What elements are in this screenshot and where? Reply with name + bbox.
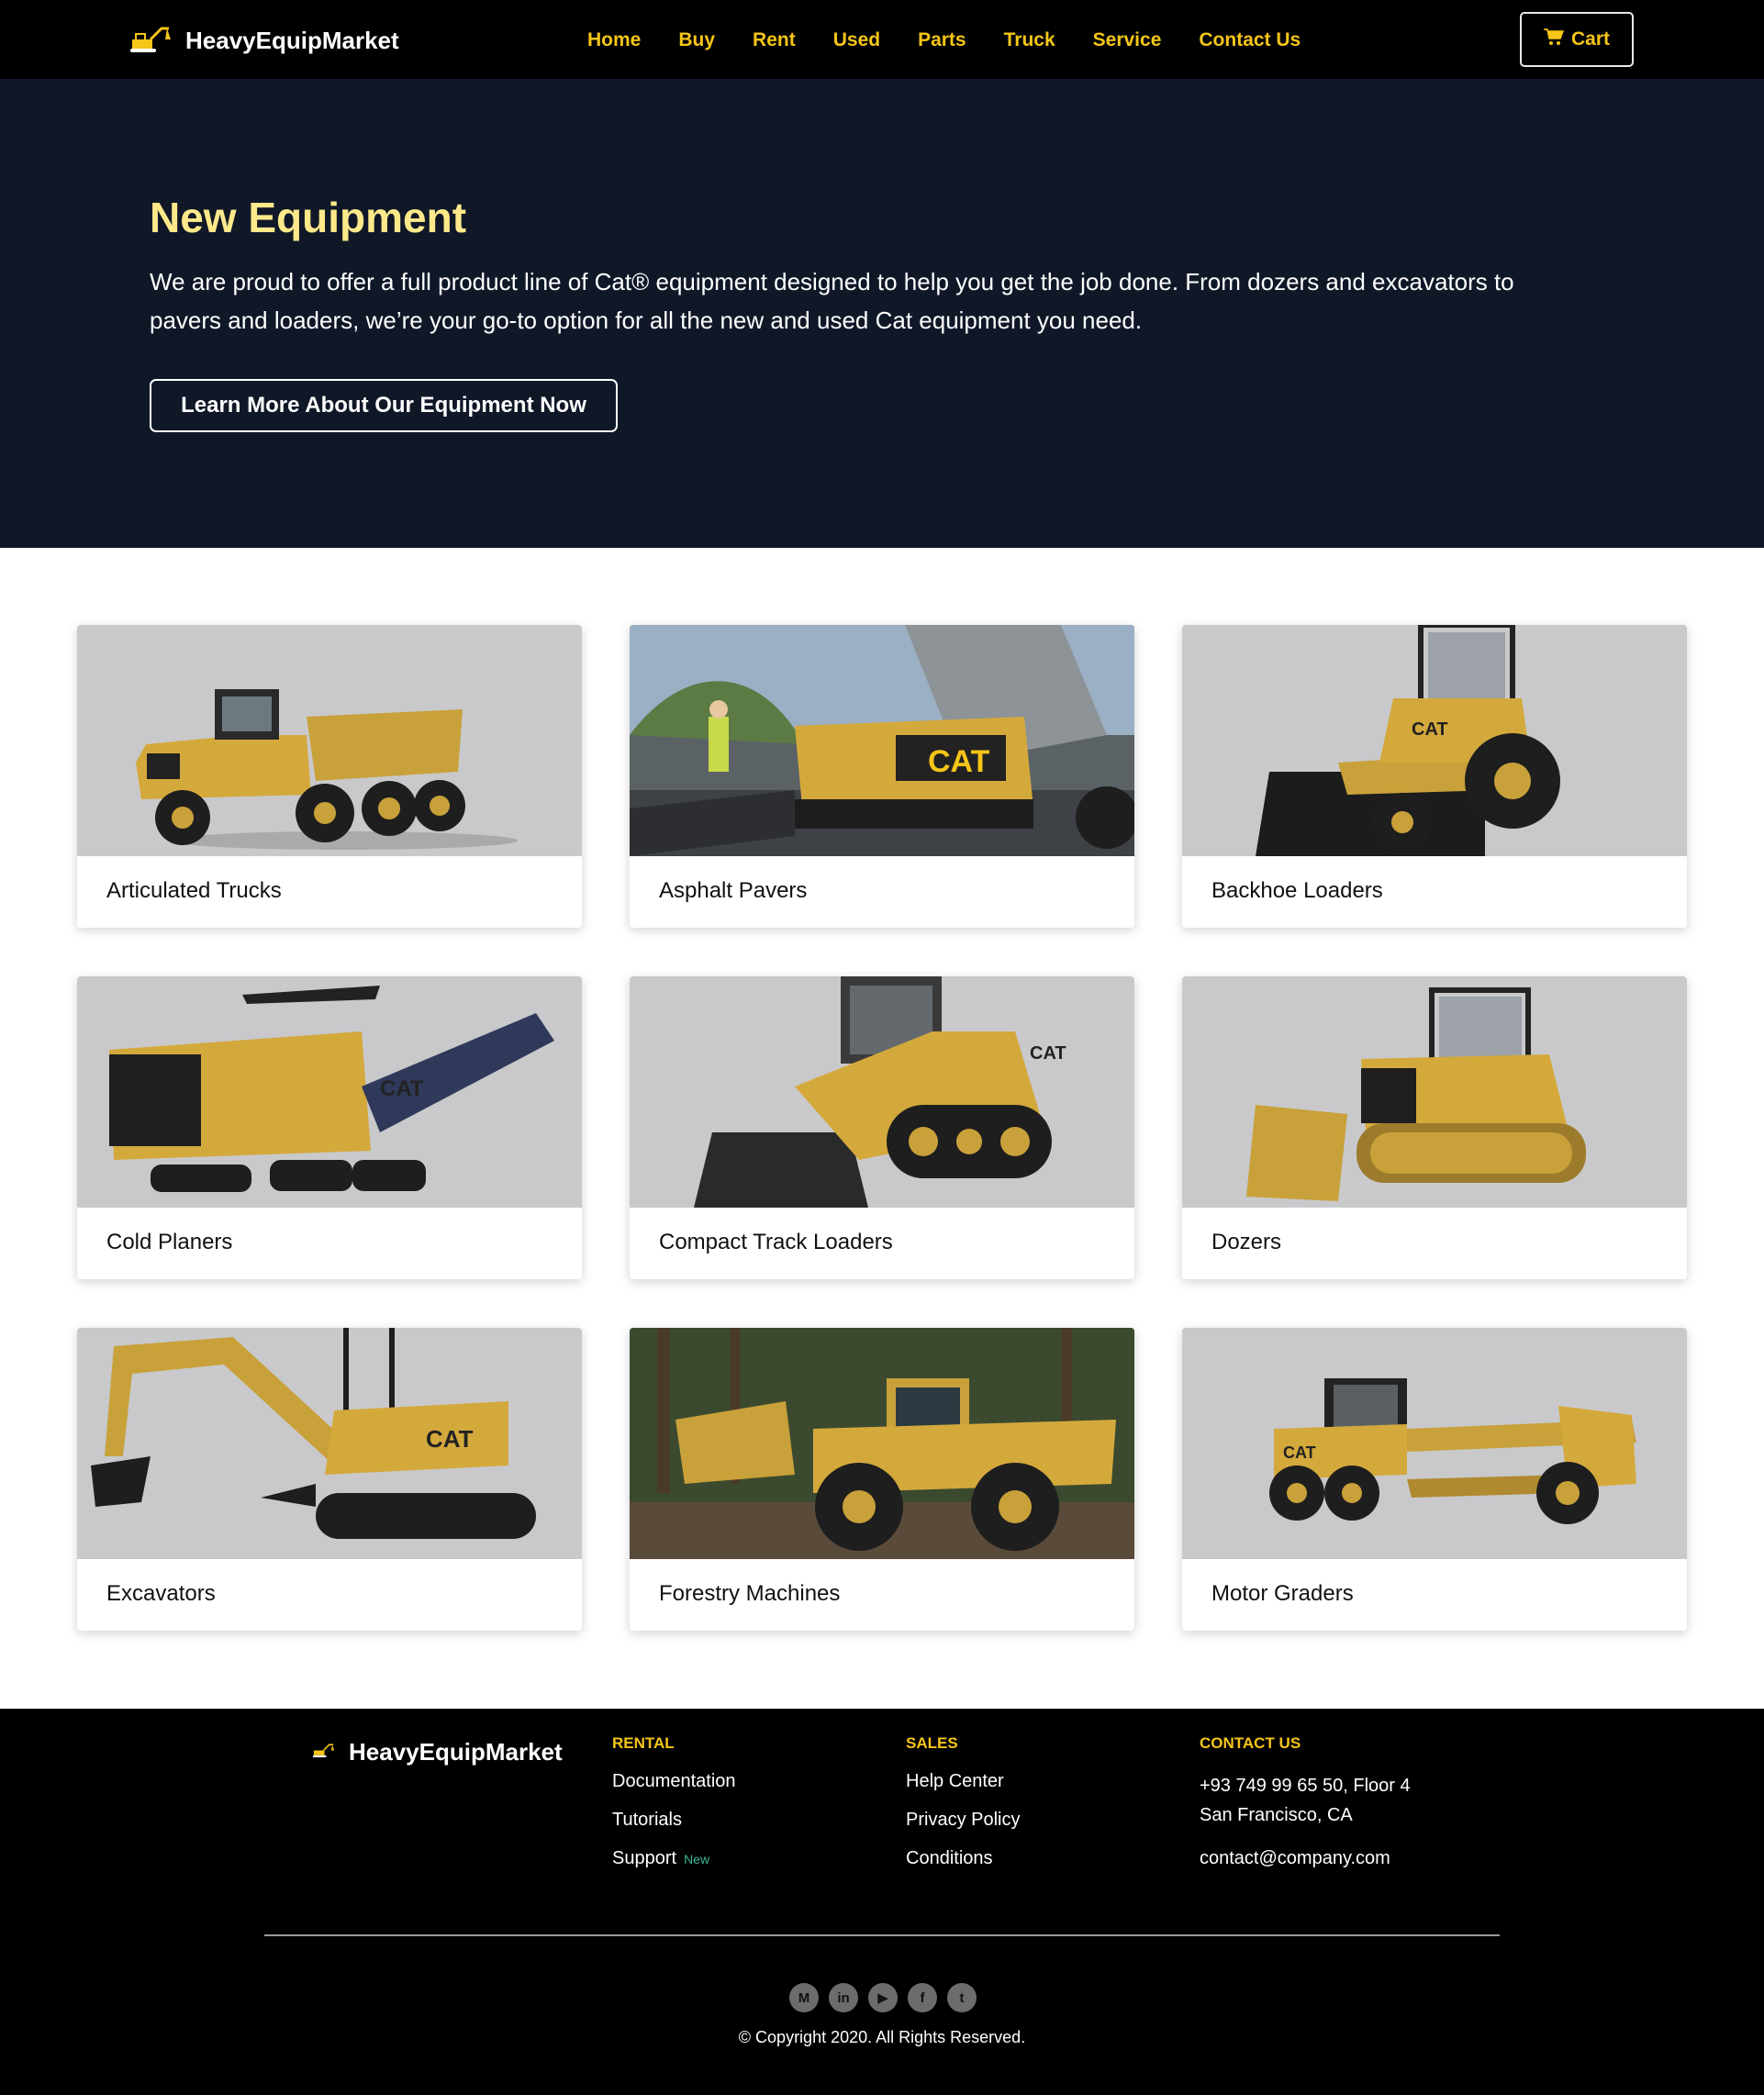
svg-text:CAT: CAT — [1412, 719, 1448, 740]
footer-link-support: Support — [612, 1848, 677, 1868]
articulated-truck-image — [77, 625, 582, 856]
footer-link-documentation[interactable]: Documentation — [612, 1771, 736, 1792]
footer-link-conditions[interactable]: Conditions — [906, 1848, 1020, 1869]
svg-text:CAT: CAT — [426, 1425, 474, 1453]
card-label: Excavators — [106, 1581, 216, 1606]
medium-icon[interactable]: M — [789, 1983, 819, 2012]
cart-icon — [1543, 28, 1565, 51]
footer: HeavyEquipMarket RENTAL Documentation Tu… — [0, 1709, 1764, 2095]
equipment-card-dozers[interactable]: Dozers — [1182, 976, 1687, 1279]
nav-buy[interactable]: Buy — [678, 29, 715, 51]
equipment-card-backhoe-loaders[interactable]: CAT Backhoe Loaders — [1182, 625, 1687, 928]
nav-rent[interactable]: Rent — [753, 29, 796, 51]
backhoe-loader-image: CAT — [1182, 625, 1687, 856]
cold-planer-image: CAT — [77, 976, 582, 1208]
footer-link-tutorials[interactable]: Tutorials — [612, 1810, 736, 1831]
forestry-machine-image — [630, 1328, 1134, 1559]
equipment-card-articulated-trucks[interactable]: Articulated Trucks — [77, 625, 582, 928]
card-label: Cold Planers — [106, 1230, 233, 1254]
excavator-image: CAT — [77, 1328, 582, 1559]
equipment-card-compact-track-loaders[interactable]: CAT Compact Track Loaders — [630, 976, 1134, 1279]
social-links: M in ▶ f t — [789, 1983, 977, 2012]
learn-more-button[interactable]: Learn More About Our Equipment Now — [150, 379, 618, 432]
footer-link-privacy-policy[interactable]: Privacy Policy — [906, 1810, 1020, 1831]
card-label: Asphalt Pavers — [659, 878, 808, 903]
equipment-card-forestry-machines[interactable]: Forestry Machines — [630, 1328, 1134, 1631]
copyright-text: © Copyright 2020. All Rights Reserved. — [738, 2028, 1026, 2046]
brand-logo-link[interactable]: HeavyEquipMarket — [130, 20, 399, 61]
svg-text:CAT: CAT — [1030, 1043, 1066, 1064]
excavator-logo-icon — [130, 23, 173, 59]
footer-rental-heading: RENTAL — [612, 1734, 675, 1752]
linkedin-icon[interactable]: in — [829, 1983, 858, 2012]
card-label: Compact Track Loaders — [659, 1230, 893, 1254]
brand-name: HeavyEquipMarket — [185, 26, 399, 54]
footer-sales-heading: SALES — [906, 1734, 958, 1752]
nav-used[interactable]: Used — [833, 29, 880, 51]
motor-grader-image: CAT — [1182, 1328, 1687, 1559]
compact-track-loader-image: CAT — [630, 976, 1134, 1208]
nav-contact-us[interactable]: Contact Us — [1199, 29, 1301, 51]
footer-contact-column: CONTACT US +93 749 99 65 50, Floor 4 San… — [1200, 1734, 1411, 1873]
equipment-card-excavators[interactable]: CAT Excavators — [77, 1328, 582, 1631]
footer-email[interactable]: contact@company.com — [1200, 1844, 1411, 1873]
cart-button[interactable]: Cart — [1520, 12, 1634, 67]
card-label: Dozers — [1211, 1230, 1282, 1254]
footer-rental-column: RENTAL Documentation Tutorials Support Ne… — [612, 1734, 736, 1887]
footer-address-line2: San Francisco, CA — [1200, 1805, 1353, 1825]
card-label: Forestry Machines — [659, 1581, 841, 1606]
hero-title: New Equipment — [150, 194, 467, 241]
nav-service[interactable]: Service — [1093, 29, 1162, 51]
dozer-image — [1182, 976, 1687, 1208]
asphalt-paver-image: CAT — [630, 625, 1134, 856]
facebook-icon[interactable]: f — [908, 1983, 937, 2012]
footer-brand[interactable]: HeavyEquipMarket — [312, 1738, 563, 1766]
equipment-card-asphalt-pavers[interactable]: CAT Asphalt Pavers — [630, 625, 1134, 928]
card-label: Articulated Trucks — [106, 878, 282, 903]
twitter-icon[interactable]: t — [947, 1983, 977, 2012]
svg-text:CAT: CAT — [1283, 1443, 1316, 1462]
nav-truck[interactable]: Truck — [1004, 29, 1055, 51]
nav-parts[interactable]: Parts — [918, 29, 966, 51]
footer-link-help-center[interactable]: Help Center — [906, 1771, 1020, 1792]
new-badge: New — [684, 1852, 710, 1867]
footer-link-support-wrap[interactable]: Support New — [612, 1848, 736, 1869]
footer-brand-name: HeavyEquipMarket — [349, 1738, 563, 1766]
footer-address-line1: +93 749 99 65 50, Floor 4 — [1200, 1776, 1411, 1796]
navbar: HeavyEquipMarket Home Buy Rent Used Part… — [0, 0, 1764, 79]
nav-home[interactable]: Home — [587, 29, 641, 51]
excavator-logo-icon — [312, 1742, 336, 1763]
youtube-icon[interactable]: ▶ — [868, 1983, 898, 2012]
nav-menu: Home Buy Rent Used Parts Truck Service C… — [587, 22, 1338, 59]
hero-description: We are proud to offer a full product lin… — [150, 268, 1514, 334]
card-label: Motor Graders — [1211, 1581, 1354, 1606]
cart-label: Cart — [1570, 28, 1610, 50]
svg-text:CAT: CAT — [928, 744, 990, 779]
footer-divider — [264, 1934, 1500, 1936]
footer-contact-heading: CONTACT US — [1200, 1734, 1301, 1752]
card-label: Backhoe Loaders — [1211, 878, 1383, 903]
equipment-card-cold-planers[interactable]: CAT Cold Planers — [77, 976, 582, 1279]
equipment-card-motor-graders[interactable]: CAT Motor Graders — [1182, 1328, 1687, 1631]
svg-text:CAT: CAT — [380, 1076, 424, 1101]
hero-section: New Equipment We are proud to offer a fu… — [0, 79, 1764, 548]
footer-sales-column: SALES Help Center Privacy Policy Conditi… — [906, 1734, 1020, 1887]
